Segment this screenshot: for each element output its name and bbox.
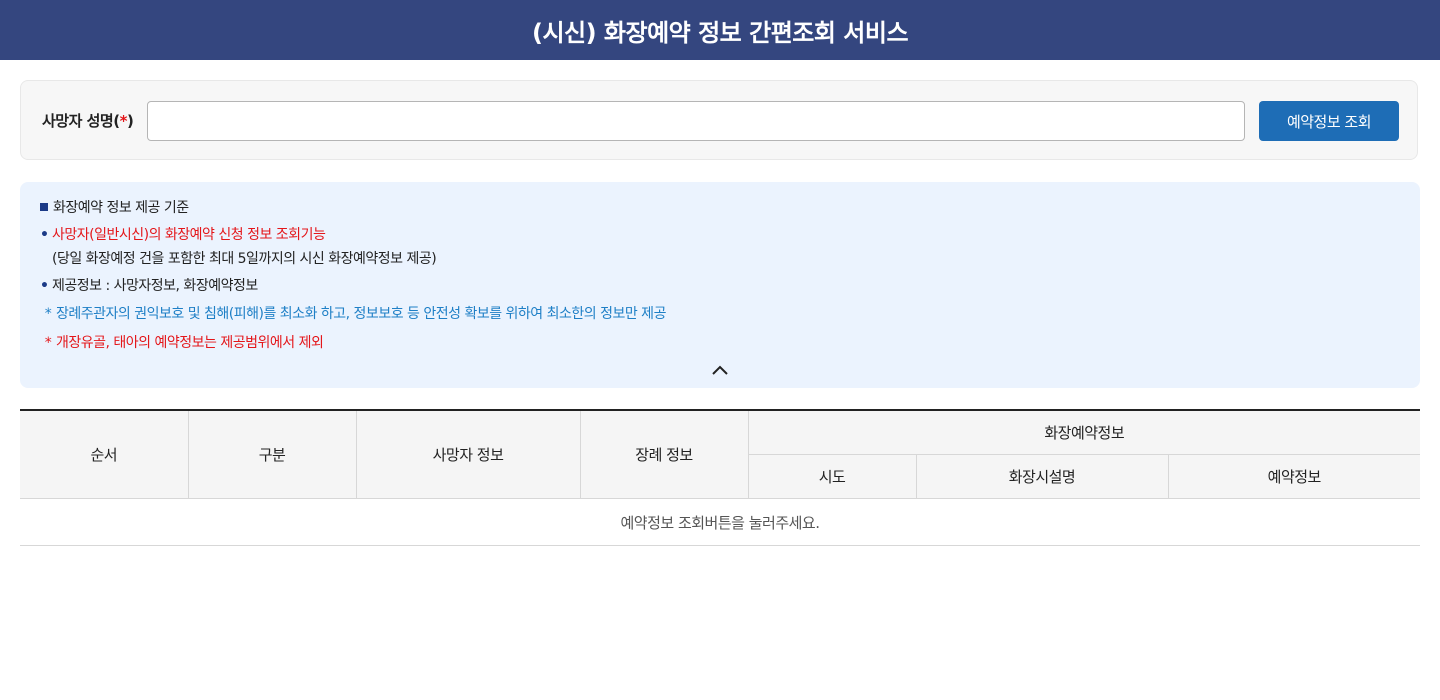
reservation-search-button[interactable]: 예약정보 조회 bbox=[1259, 101, 1399, 141]
page-title: (시신) 화장예약 정보 간편조회 서비스 bbox=[531, 18, 909, 47]
page-header: (시신) 화장예약 정보 간편조회 서비스 bbox=[0, 0, 1440, 60]
col-category: 구분 bbox=[188, 409, 357, 499]
deceased-name-input[interactable] bbox=[147, 101, 1245, 141]
col-funeral-info: 장례 정보 bbox=[580, 409, 749, 499]
col-facility: 화장시설명 bbox=[916, 454, 1169, 499]
bullet-icon: • bbox=[40, 278, 49, 294]
table-row: 예약정보 조회버튼을 눌러주세요. bbox=[20, 498, 1420, 546]
info-item-1: • 사망자(일반시신)의 화장예약 신청 정보 조회기능 bbox=[40, 227, 326, 243]
square-bullet-icon bbox=[40, 203, 48, 211]
asterisk-icon: * bbox=[44, 306, 52, 322]
info-item-1-sub: (당일 화장예정 건을 포함한 최대 5일까지의 시신 화장예약정보 제공) bbox=[52, 251, 437, 267]
col-reservation: 예약정보 bbox=[1168, 454, 1420, 499]
required-mark: * bbox=[119, 112, 128, 130]
bullet-icon: • bbox=[40, 227, 49, 243]
info-panel: 화장예약 정보 제공 기준 • 사망자(일반시신)의 화장예약 신청 정보 조회기… bbox=[20, 182, 1420, 388]
info-item-2: • 제공정보 : 사망자정보, 화장예약정보 bbox=[40, 278, 258, 294]
col-deceased-info: 사망자 정보 bbox=[356, 409, 581, 499]
info-note-1: * 장례주관자의 권익보호 및 침해(피해)를 최소화 하고, 정보보호 등 안전… bbox=[40, 304, 667, 324]
reservation-table: 순서 구분 사망자 정보 장례 정보 화장예약정보 시도 화장시설명 예약정보 … bbox=[20, 409, 1420, 546]
info-note-2: * 개장유골, 태아의 예약정보는 제공범위에서 제외 bbox=[40, 333, 324, 353]
col-group-cremation: 화장예약정보 bbox=[748, 409, 1420, 455]
search-panel: 사망자 성명(*) 예약정보 조회 bbox=[20, 80, 1418, 160]
chevron-up-icon[interactable] bbox=[708, 360, 732, 380]
col-order: 순서 bbox=[20, 409, 189, 499]
info-heading: 화장예약 정보 제공 기준 bbox=[40, 198, 189, 218]
empty-message: 예약정보 조회버튼을 눌러주세요. bbox=[20, 498, 1420, 546]
asterisk-icon: * bbox=[44, 335, 52, 351]
deceased-name-label: 사망자 성명(*) bbox=[42, 112, 134, 130]
col-region: 시도 bbox=[748, 454, 917, 499]
